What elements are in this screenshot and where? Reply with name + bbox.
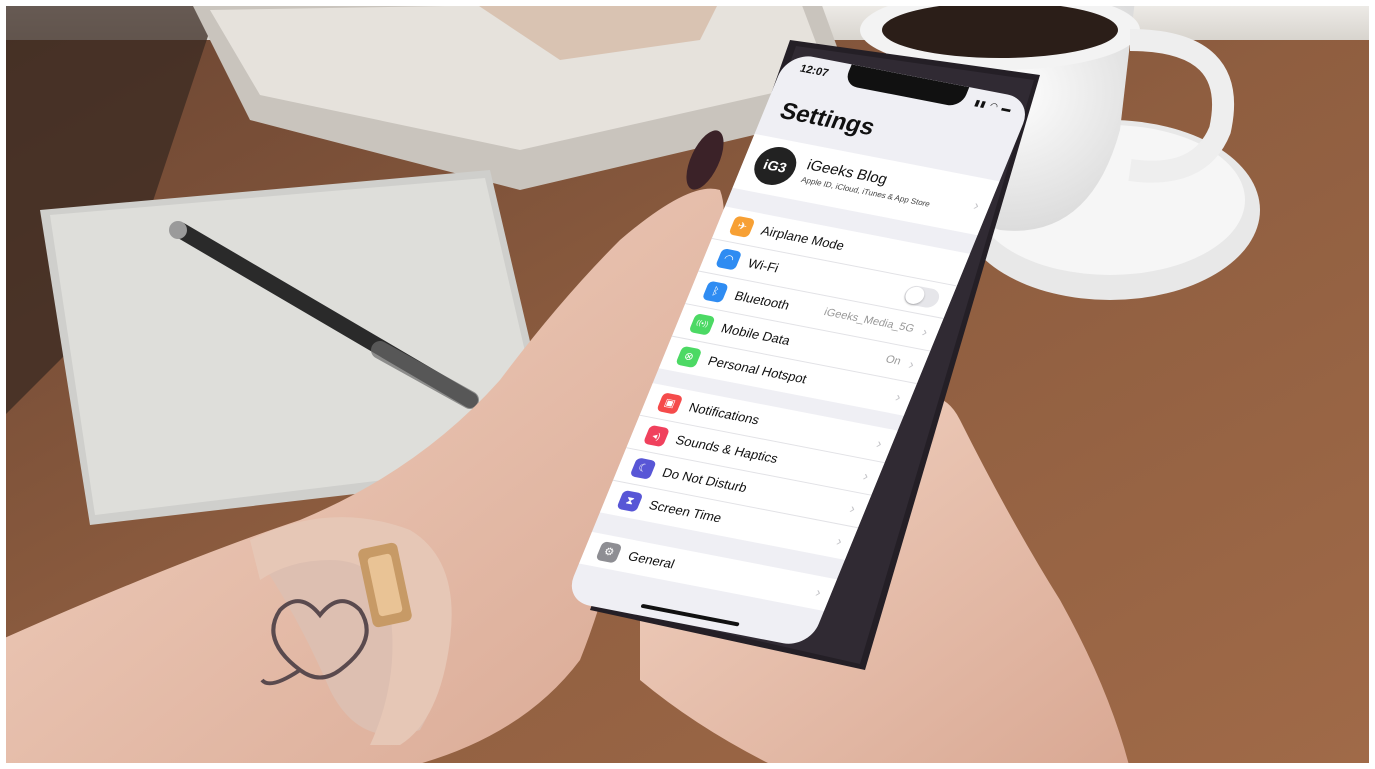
chevron-right-icon: › xyxy=(874,435,885,451)
alerts-group: ▣ Notifications › ◂) Sounds & Haptics › … xyxy=(599,383,898,560)
wifi-icon: ◠ xyxy=(715,248,743,271)
notifications-icon: ▣ xyxy=(656,392,684,415)
speaker-icon: ◂) xyxy=(642,424,671,448)
antenna-icon: ((•)) xyxy=(688,313,716,336)
page-title: Settings xyxy=(775,97,879,141)
mobile-data-value: On xyxy=(883,353,903,368)
status-icons: ▮▮ ◠ ▬ xyxy=(973,97,1014,115)
row-label: Screen Time xyxy=(646,497,725,526)
chevron-right-icon: › xyxy=(834,532,845,549)
row-label: General xyxy=(625,548,677,572)
airplane-icon: ✈ xyxy=(728,215,756,238)
chevron-right-icon: › xyxy=(971,197,983,213)
avatar: iG3 xyxy=(748,143,803,189)
row-label: Wi-Fi xyxy=(745,255,782,276)
wifi-network-value: iGeeks_Media_5G xyxy=(822,306,916,335)
moon-icon: ☾ xyxy=(629,457,657,480)
chevron-right-icon: › xyxy=(893,388,904,405)
hotspot-icon: ⊗ xyxy=(675,345,703,369)
photo-scene: 12:07 ▮▮ ◠ ▬ Settings iG3 iGeeks Blog Ap… xyxy=(0,0,1375,769)
gear-icon: ⚙ xyxy=(595,541,623,564)
toggle-knob xyxy=(902,285,928,306)
row-label: Bluetooth xyxy=(732,288,792,313)
chevron-right-icon: › xyxy=(919,323,931,340)
status-time: 12:07 xyxy=(798,62,831,80)
row-label: Mobile Data xyxy=(719,320,793,348)
row-label: Airplane Mode xyxy=(758,223,847,253)
row-label: Do Not Disturb xyxy=(660,464,750,496)
chevron-right-icon: › xyxy=(906,356,918,372)
wifi-toggle[interactable] xyxy=(901,284,943,310)
chevron-right-icon: › xyxy=(847,500,859,517)
bluetooth-icon: ᛒ xyxy=(701,280,729,304)
hourglass-icon: ⧗ xyxy=(616,489,644,513)
chevron-right-icon: › xyxy=(860,467,872,484)
row-label: Notifications xyxy=(686,399,762,428)
chevron-right-icon: › xyxy=(813,584,825,600)
